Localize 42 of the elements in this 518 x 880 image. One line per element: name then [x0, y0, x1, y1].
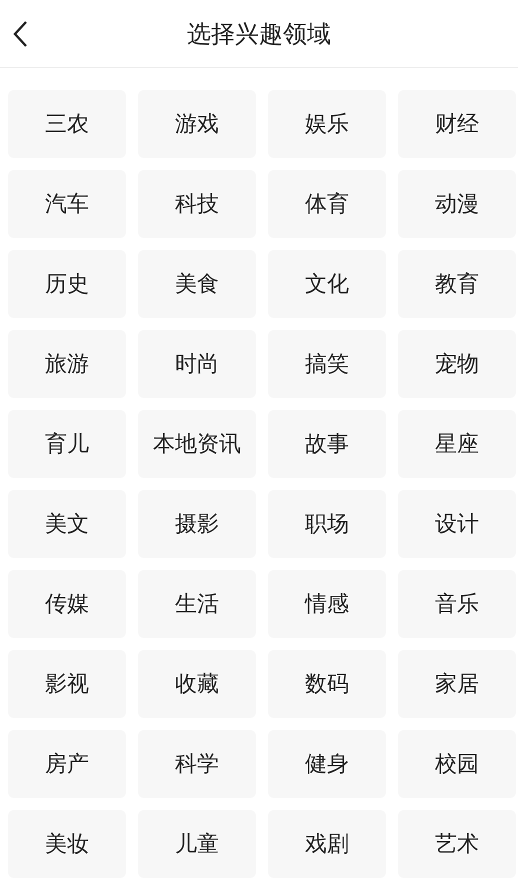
- topic-tile[interactable]: 星座: [398, 410, 516, 478]
- topic-tile[interactable]: 艺术: [398, 810, 516, 878]
- topic-tile[interactable]: 游戏: [138, 90, 256, 158]
- topic-tile[interactable]: 本地资讯: [138, 410, 256, 478]
- topic-tile[interactable]: 摄影: [138, 490, 256, 558]
- topic-tile[interactable]: 影视: [8, 650, 126, 718]
- topic-tile[interactable]: 家居: [398, 650, 516, 718]
- topic-tile[interactable]: 搞笑: [268, 330, 386, 398]
- topic-tile[interactable]: 财经: [398, 90, 516, 158]
- back-icon: [12, 20, 28, 48]
- page-title: 选择兴趣领域: [187, 18, 331, 50]
- topic-tile[interactable]: 戏剧: [268, 810, 386, 878]
- topic-tile[interactable]: 情感: [268, 570, 386, 638]
- topic-tile[interactable]: 科技: [138, 170, 256, 238]
- topic-tile[interactable]: 职场: [268, 490, 386, 558]
- topic-tile[interactable]: 健身: [268, 730, 386, 798]
- topic-tile[interactable]: 文化: [268, 250, 386, 318]
- topic-tile[interactable]: 儿童: [138, 810, 256, 878]
- topic-tile[interactable]: 三农: [8, 90, 126, 158]
- topic-tile[interactable]: 美文: [8, 490, 126, 558]
- topic-tile[interactable]: 科学: [138, 730, 256, 798]
- topic-tile[interactable]: 时尚: [138, 330, 256, 398]
- topic-tile[interactable]: 育儿: [8, 410, 126, 478]
- topic-tile[interactable]: 生活: [138, 570, 256, 638]
- topic-tile[interactable]: 校园: [398, 730, 516, 798]
- topic-tile[interactable]: 宠物: [398, 330, 516, 398]
- topic-tile[interactable]: 汽车: [8, 170, 126, 238]
- topic-tile[interactable]: 音乐: [398, 570, 516, 638]
- topic-tile[interactable]: 传媒: [8, 570, 126, 638]
- topic-tile[interactable]: 美妆: [8, 810, 126, 878]
- topic-tile[interactable]: 收藏: [138, 650, 256, 718]
- topic-tile[interactable]: 美食: [138, 250, 256, 318]
- topic-tile[interactable]: 体育: [268, 170, 386, 238]
- topic-tile[interactable]: 数码: [268, 650, 386, 718]
- topic-tile[interactable]: 故事: [268, 410, 386, 478]
- topic-tile[interactable]: 娱乐: [268, 90, 386, 158]
- topic-tile[interactable]: 动漫: [398, 170, 516, 238]
- topic-tile[interactable]: 设计: [398, 490, 516, 558]
- topic-tile[interactable]: 旅游: [8, 330, 126, 398]
- topic-tile[interactable]: 教育: [398, 250, 516, 318]
- topic-tile[interactable]: 房产: [8, 730, 126, 798]
- topic-tile[interactable]: 历史: [8, 250, 126, 318]
